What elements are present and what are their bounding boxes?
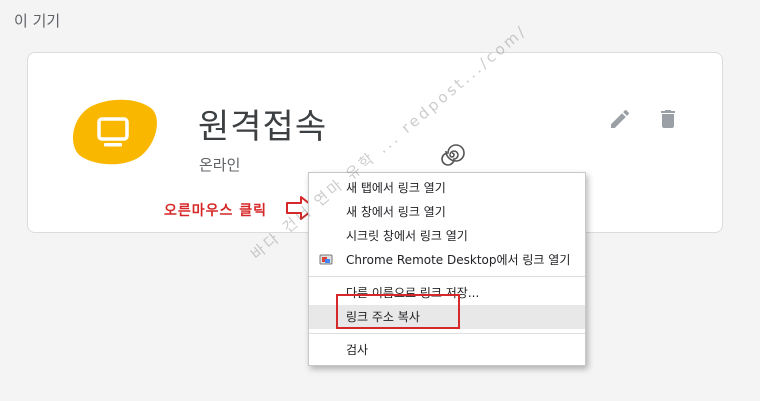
trash-icon[interactable]	[656, 107, 680, 131]
menu-item-open-incognito[interactable]: 시크릿 창에서 링크 열기	[309, 224, 585, 248]
section-title: 이 기기	[14, 12, 61, 30]
spiral-cursor-icon	[441, 144, 465, 166]
pencil-icon[interactable]	[608, 107, 632, 131]
menu-item-open-new-tab[interactable]: 새 탭에서 링크 열기	[309, 176, 585, 200]
menu-separator	[309, 276, 585, 277]
device-name: 원격접속	[198, 107, 328, 147]
menu-item-inspect[interactable]: 검사	[309, 338, 585, 362]
monitor-icon	[72, 99, 157, 165]
menu-item-open-remote-desktop[interactable]: Chrome Remote Desktop에서 링크 열기	[309, 248, 585, 272]
menu-separator	[309, 333, 585, 334]
chrome-remote-desktop-icon	[319, 254, 333, 265]
menu-item-save-link-as[interactable]: 다른 이름으로 링크 저장...	[309, 281, 585, 305]
annotation-label: 오른마우스 클릭	[164, 203, 268, 219]
context-menu: 새 탭에서 링크 열기 새 창에서 링크 열기 시크릿 창에서 링크 열기 Ch…	[308, 172, 586, 366]
device-status: 온라인	[199, 156, 241, 174]
menu-item-label: Chrome Remote Desktop에서 링크 열기	[346, 253, 571, 267]
menu-item-open-new-window[interactable]: 새 창에서 링크 열기	[309, 200, 585, 224]
menu-item-copy-link-address[interactable]: 링크 주소 복사	[309, 305, 585, 329]
